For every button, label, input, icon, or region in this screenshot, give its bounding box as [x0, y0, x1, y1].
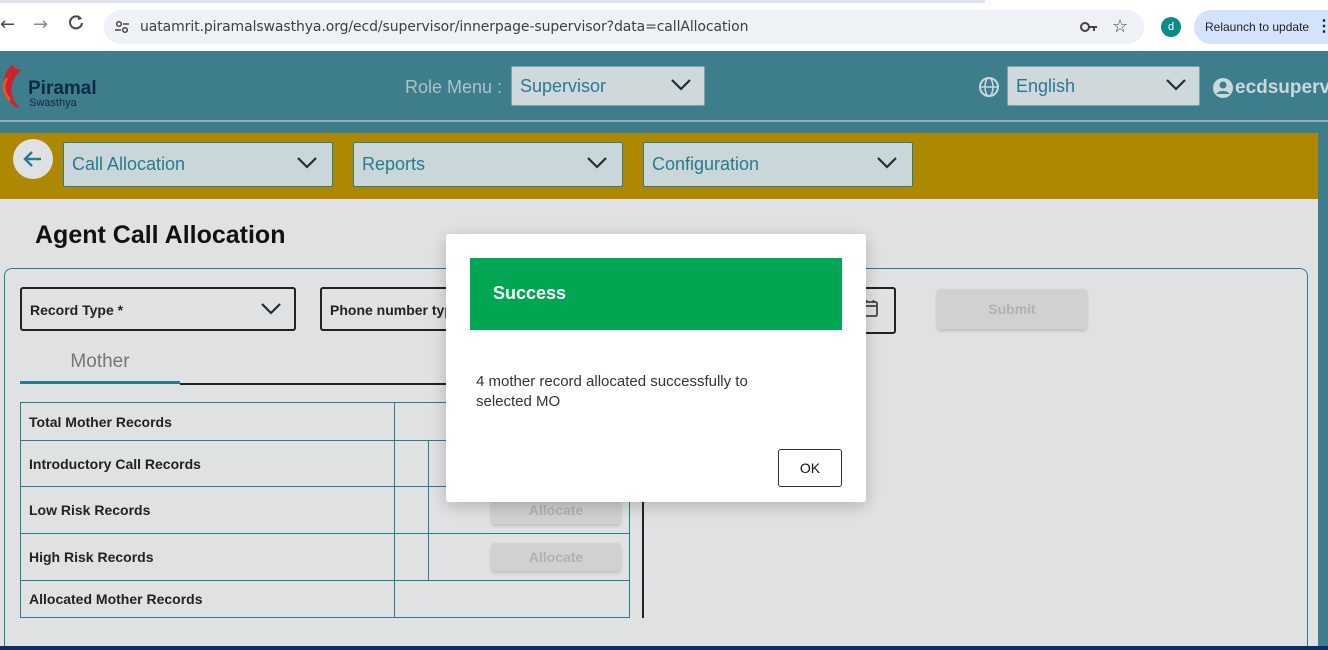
row-label: Low Risk Records	[20, 486, 395, 534]
row-value	[394, 580, 630, 618]
configuration-label: Configuration	[652, 154, 760, 174]
call-allocation-label: Call Allocation	[72, 154, 186, 174]
allocate-high-risk-button[interactable]: Allocate	[491, 543, 621, 571]
chevron-down-icon	[877, 157, 897, 169]
configuration-menu[interactable]: Configuration	[643, 142, 913, 187]
chevron-down-icon	[587, 157, 607, 169]
page-title: Agent Call Allocation	[35, 221, 286, 249]
table-row: Allocated Mother Records	[20, 580, 630, 618]
role-select[interactable]: Supervisor	[511, 66, 705, 106]
chevron-down-icon	[261, 303, 281, 315]
dialog-title: Success	[493, 283, 567, 303]
phone-number-type-label: Phone number type	[330, 302, 461, 318]
globe-icon	[979, 77, 999, 97]
dialog-header: Success	[470, 258, 842, 330]
language-select[interactable]: English	[1007, 66, 1200, 106]
success-dialog: Success 4 mother record allocated succes…	[446, 234, 866, 502]
tab-mother[interactable]: Mother	[20, 346, 180, 384]
arrow-back-icon	[23, 151, 41, 167]
call-allocation-menu[interactable]: Call Allocation	[63, 142, 333, 187]
role-select-value: Supervisor	[520, 76, 607, 96]
reload-icon[interactable]	[68, 14, 84, 35]
back-button[interactable]	[13, 139, 53, 179]
browser-toolbar: ← → uatamrit.piramalswasthya.org/ecd/sup…	[0, 0, 1328, 51]
forward-nav-icon[interactable]: →	[33, 14, 48, 35]
address-bar[interactable]: uatamrit.piramalswasthya.org/ecd/supervi…	[104, 10, 1144, 44]
more-vert-icon[interactable]: ⋮	[1316, 10, 1328, 44]
row-value	[394, 486, 429, 534]
relaunch-label: Relaunch to update	[1205, 20, 1310, 34]
tune-icon[interactable]	[114, 19, 130, 35]
reports-label: Reports	[362, 154, 426, 174]
username-label[interactable]: ecdsupervis	[1235, 77, 1328, 99]
key-icon[interactable]	[1079, 17, 1099, 41]
row-action: Allocate	[428, 533, 630, 581]
right-edge-strip	[1318, 133, 1328, 650]
record-type-select[interactable]: Record Type *	[20, 287, 296, 331]
user-account-icon[interactable]	[1212, 77, 1234, 99]
row-label: Allocated Mother Records	[20, 580, 395, 618]
reports-menu[interactable]: Reports	[353, 142, 623, 187]
row-label: Introductory Call Records	[20, 440, 395, 487]
relaunch-button[interactable]: Relaunch to update ⋮	[1194, 10, 1328, 44]
profile-avatar[interactable]: d	[1161, 17, 1181, 37]
header-divider	[0, 120, 1328, 122]
row-value	[394, 533, 429, 581]
dialog-message: 4 mother record allocated successfully t…	[476, 373, 748, 410]
url-text[interactable]: uatamrit.piramalswasthya.org/ecd/supervi…	[140, 19, 748, 35]
row-value	[394, 440, 429, 487]
row-label: Total Mother Records	[20, 402, 395, 441]
back-nav-icon[interactable]: ←	[0, 14, 15, 35]
chevron-down-icon	[671, 79, 691, 91]
tab-underline	[180, 383, 460, 385]
footer-bar	[0, 646, 1328, 650]
chevron-down-icon	[1166, 79, 1186, 91]
star-icon[interactable]: ☆	[1112, 16, 1128, 37]
record-type-label: Record Type *	[30, 302, 124, 318]
table-row: High Risk Records Allocate	[20, 533, 630, 581]
ok-button[interactable]: OK	[778, 449, 842, 487]
role-menu-label: Role Menu :	[405, 77, 503, 97]
submit-button[interactable]: Submit	[937, 289, 1087, 329]
logo-subtitle: Swasthya	[29, 97, 77, 109]
row-label: High Risk Records	[20, 533, 395, 581]
piramal-logo-icon	[2, 64, 22, 108]
chevron-down-icon	[297, 157, 317, 169]
tab-strip	[0, 0, 985, 3]
language-select-value: English	[1016, 76, 1076, 96]
